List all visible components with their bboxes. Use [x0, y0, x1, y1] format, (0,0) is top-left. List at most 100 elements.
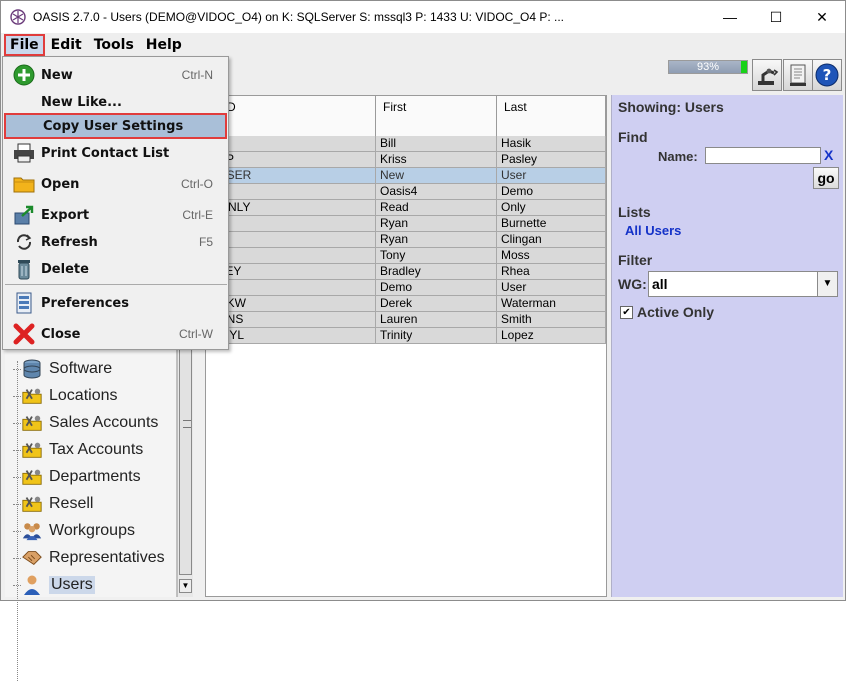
- menu-item-new-like[interactable]: New Like...: [4, 89, 227, 115]
- table-row[interactable]: SSPKrissPasley: [206, 152, 606, 168]
- table-cell: VUSER: [206, 168, 376, 184]
- tree-connector-line: [13, 558, 21, 559]
- tree-item-software[interactable]: Software: [21, 356, 112, 382]
- menu-item-close[interactable]: Close Ctrl-W: [4, 321, 227, 347]
- menu-item-shortcut: Ctrl-E: [182, 208, 213, 222]
- add-icon: [11, 63, 37, 87]
- scroll-down-arrow[interactable]: ▼: [179, 579, 192, 593]
- table-row[interactable]: SSTonyMoss: [206, 248, 606, 264]
- clear-name-button[interactable]: X: [824, 147, 833, 163]
- workgroup-select-value: all: [652, 276, 668, 292]
- database-icon: [21, 358, 43, 380]
- showing-label: Showing: Users: [618, 99, 724, 115]
- tree-item-workgroups[interactable]: Workgroups: [21, 518, 135, 544]
- menu-item-new[interactable]: New Ctrl-N: [4, 62, 227, 88]
- trash-icon: [11, 257, 37, 281]
- tree-item-tax-accounts[interactable]: Tax Accounts: [21, 437, 143, 463]
- tree-item-locations[interactable]: Locations: [21, 383, 118, 409]
- tree-connector-line: [13, 585, 21, 586]
- tree-item-departments[interactable]: Departments: [21, 464, 141, 490]
- table-row[interactable]: REKWDerekWaterman: [206, 296, 606, 312]
- menu-separator: [5, 284, 227, 285]
- robot-arm-icon: [758, 68, 779, 85]
- go-button[interactable]: go: [813, 167, 839, 189]
- help-button[interactable]: ?: [812, 59, 842, 91]
- tree-item-users[interactable]: Users: [21, 572, 95, 598]
- tree-item-label: Representatives: [49, 549, 165, 566]
- all-users-link[interactable]: All Users: [625, 223, 681, 238]
- menu-item-print-contact-list[interactable]: Print Contact List: [4, 140, 227, 166]
- lists-heading: Lists: [618, 204, 651, 220]
- column-header-first[interactable]: First: [376, 96, 497, 136]
- table-row[interactable]: DONLY Read Only: [206, 200, 606, 216]
- column-header-userid[interactable]: erID: [206, 96, 376, 136]
- tree-connector-line: [13, 450, 21, 451]
- table-cell: NITYL: [206, 328, 376, 344]
- table-cell: Oasis4: [376, 184, 497, 200]
- svg-text:?: ?: [823, 66, 832, 84]
- table-cell: Kriss: [376, 152, 497, 168]
- robot-button[interactable]: [752, 59, 782, 91]
- workgroup-select[interactable]: all ▼: [648, 271, 838, 297]
- active-only-checkbox[interactable]: ✔: [620, 306, 633, 319]
- maximize-button[interactable]: ☐: [753, 1, 799, 33]
- table-row[interactable]: VUSER New User: [206, 168, 606, 184]
- menu-help[interactable]: Help: [140, 34, 188, 56]
- name-search-input[interactable]: [705, 147, 821, 164]
- table-row[interactable]: IS4Oasis4Demo: [206, 184, 606, 200]
- menu-item-label: Copy User Settings: [43, 118, 184, 134]
- name-label: Name:: [658, 149, 698, 164]
- window-title: OASIS 2.7.0 - Users (DEMO@VIDOC_O4) on K…: [33, 10, 565, 24]
- table-cell: Bradley: [376, 264, 497, 280]
- tree-connector-line: [13, 396, 21, 397]
- table-cell: NC: [206, 232, 376, 248]
- table-row[interactable]: NBRyanBurnette: [206, 216, 606, 232]
- menu-item-export[interactable]: Export Ctrl-E: [4, 202, 227, 228]
- menu-item-open[interactable]: Open Ctrl-O: [4, 171, 227, 197]
- close-window-button[interactable]: ✕: [799, 1, 845, 33]
- table-row[interactable]: NITYLTrinityLopez: [206, 328, 606, 344]
- tree-item-sales-accounts[interactable]: Sales Accounts: [21, 410, 158, 436]
- menu-item-shortcut: Ctrl-N: [181, 68, 213, 82]
- tree-item-representatives[interactable]: Representatives: [21, 545, 165, 571]
- chevron-down-icon[interactable]: ▼: [817, 272, 837, 296]
- table-row[interactable]: NCRyanClingan: [206, 232, 606, 248]
- menu-file[interactable]: File: [4, 34, 45, 56]
- menu-item-preferences[interactable]: Preferences: [4, 290, 227, 316]
- menu-item-copy-user-settings[interactable]: Copy User Settings: [4, 113, 227, 139]
- menu-item-label: New: [41, 67, 73, 83]
- table-cell: DLEY: [206, 264, 376, 280]
- tree-item-label: Workgroups: [49, 522, 135, 539]
- table-cell: Derek: [376, 296, 497, 312]
- tree-item-label: Locations: [49, 387, 118, 404]
- minimize-button[interactable]: —: [707, 1, 753, 33]
- menu-item-delete[interactable]: Delete: [4, 256, 227, 282]
- file-menu-dropdown: New Ctrl-N New Like... Copy User Setting…: [2, 56, 229, 350]
- table-row[interactable]: DLEYBradleyRhea: [206, 264, 606, 280]
- menu-item-label: New Like...: [41, 94, 122, 110]
- menu-item-refresh[interactable]: Refresh F5: [4, 229, 227, 255]
- tree-item-resell[interactable]: Resell: [21, 491, 93, 517]
- table-row[interactable]: IODemoUser: [206, 280, 606, 296]
- column-header-last[interactable]: Last: [497, 96, 606, 136]
- printer-icon: [11, 141, 37, 165]
- menu-item-label: Preferences: [41, 295, 129, 311]
- table-cell: NB: [206, 216, 376, 232]
- refresh-icon: [11, 230, 37, 254]
- table-header: erID First Last: [206, 96, 606, 136]
- find-heading: Find: [618, 129, 648, 145]
- menu-item-label: Open: [41, 176, 80, 192]
- table-cell: Demo: [497, 184, 606, 200]
- table-row[interactable]: HBillHasik: [206, 136, 606, 152]
- menu-tools[interactable]: Tools: [88, 34, 140, 56]
- table-cell: Smith: [497, 312, 606, 328]
- tree-connector-line: [13, 369, 21, 370]
- table-cell: Bill: [376, 136, 497, 152]
- menu-item-label: Print Contact List: [41, 145, 170, 161]
- notebook-button[interactable]: [783, 59, 813, 91]
- menu-item-label: Refresh: [41, 234, 98, 250]
- menu-edit[interactable]: Edit: [45, 34, 88, 56]
- table-row[interactable]: RENSLaurenSmith: [206, 312, 606, 328]
- table-cell: Hasik: [497, 136, 606, 152]
- preferences-icon: [11, 291, 37, 315]
